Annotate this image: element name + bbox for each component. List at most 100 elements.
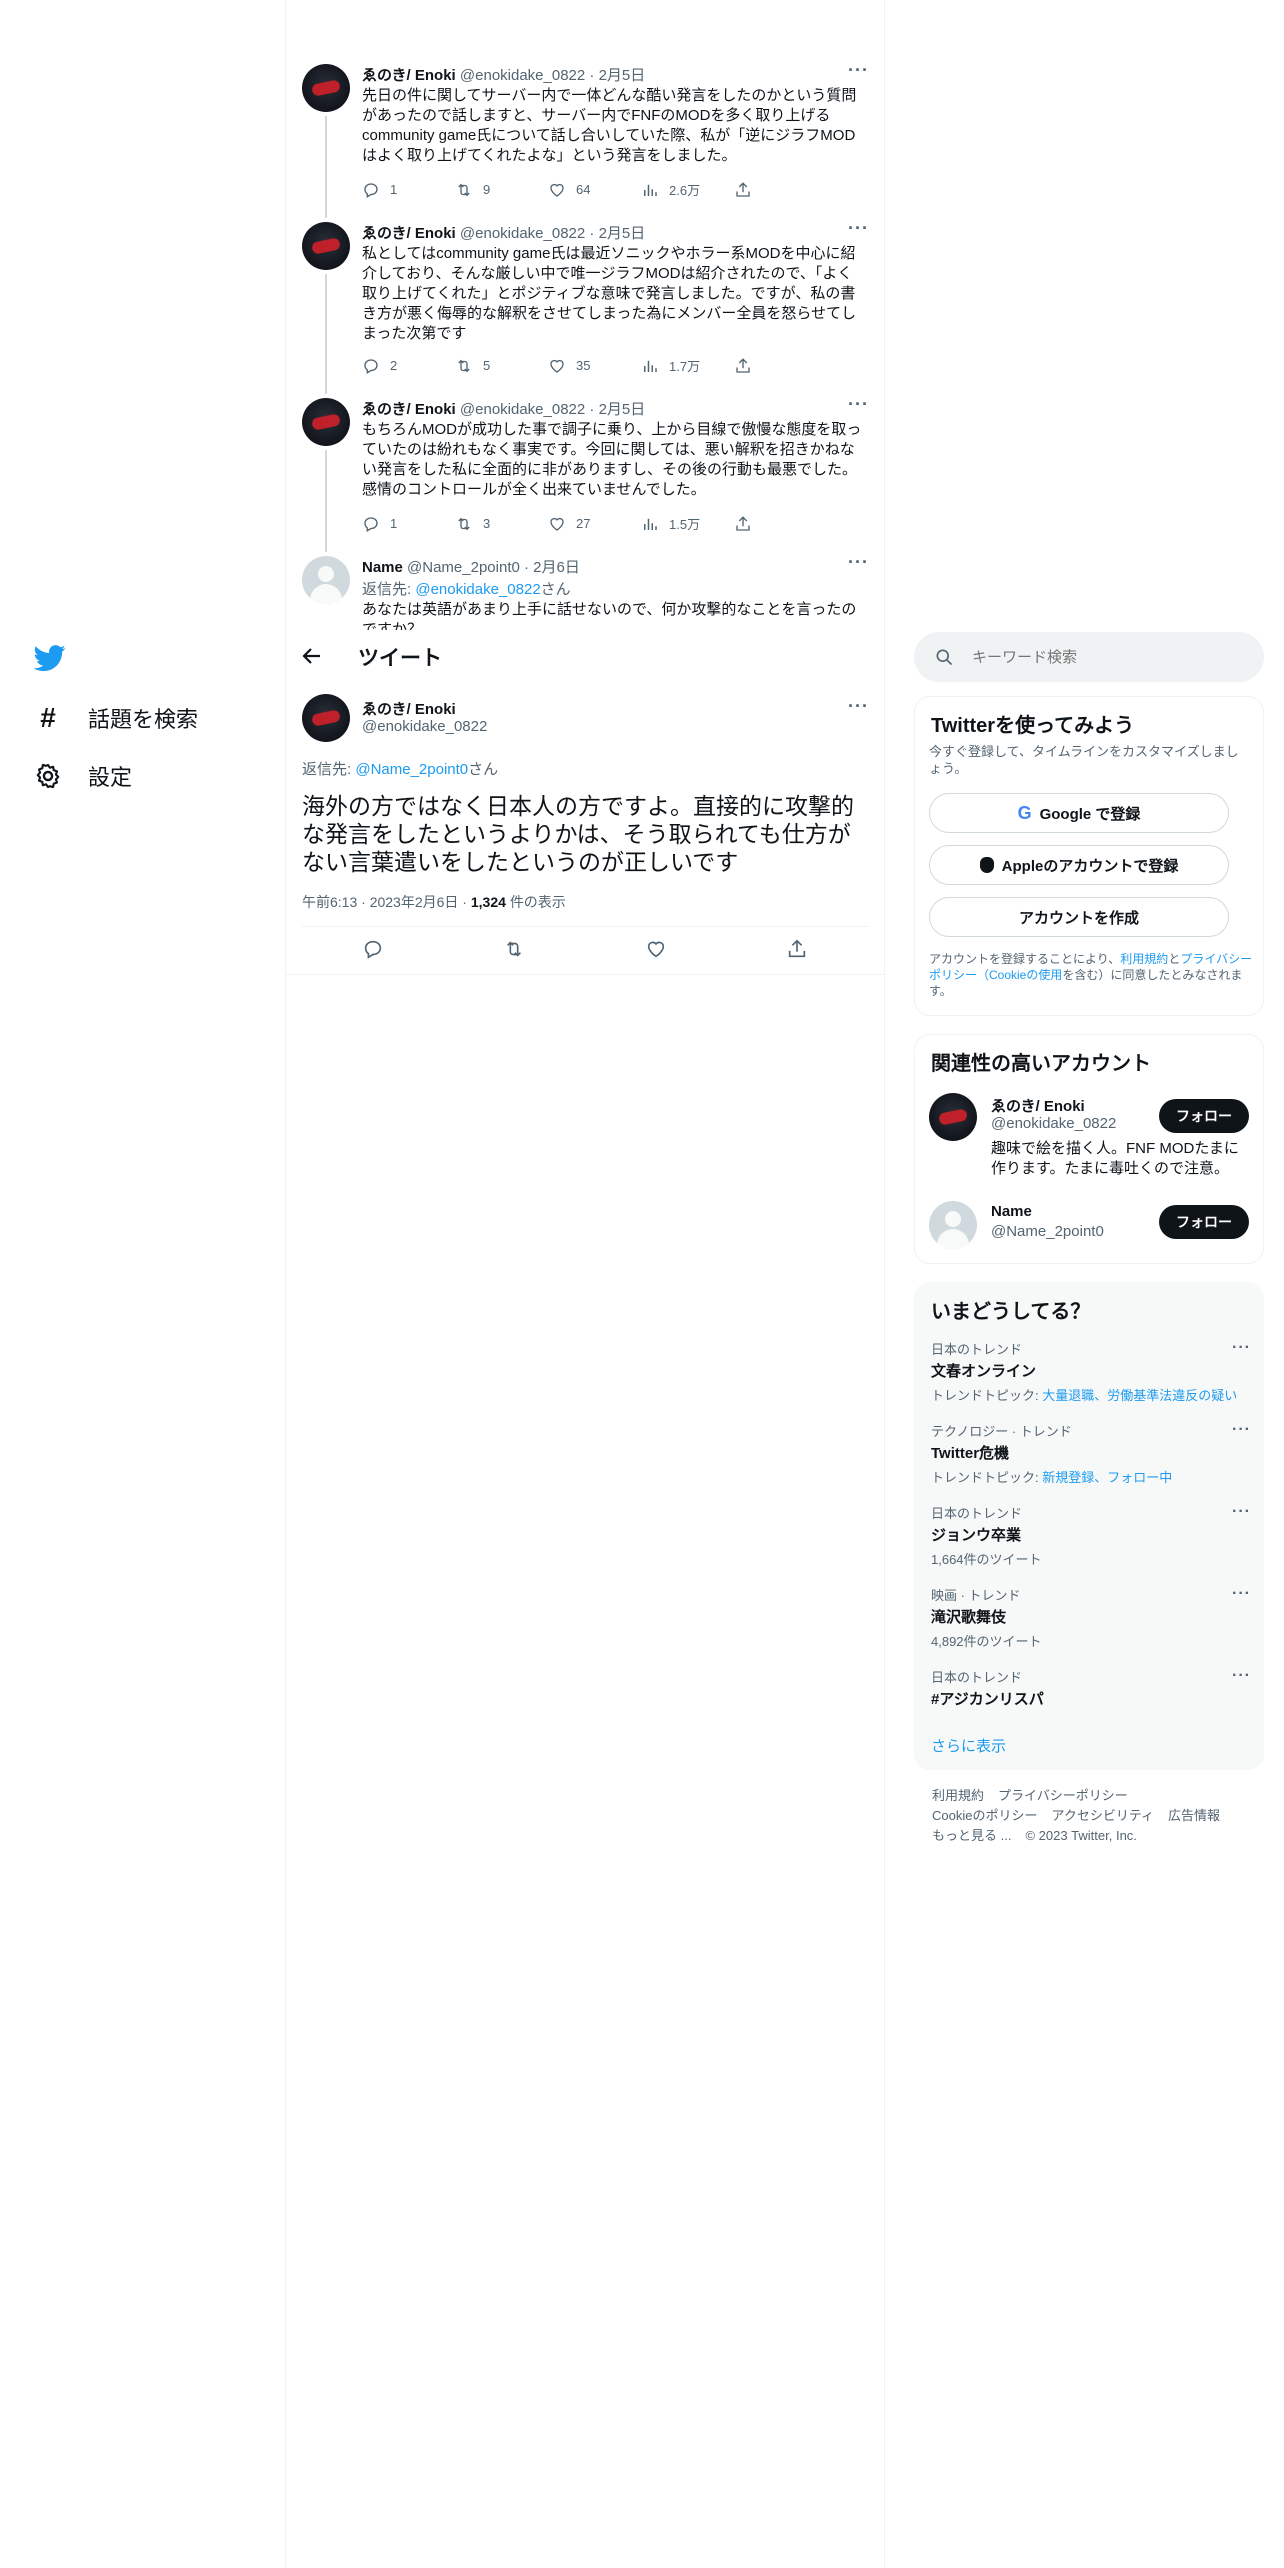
reply-icon[interactable] <box>362 938 384 960</box>
tweet-date[interactable]: 2月6日 <box>533 559 580 576</box>
terms-link[interactable]: 利用規約 <box>1120 952 1168 966</box>
signup-panel: Twitterを使ってみよう 今すぐ登録して、タイムラインをカスタマイズしましょ… <box>914 696 1264 1016</box>
footer-terms-link[interactable]: 利用規約 <box>932 1788 984 1803</box>
author-name[interactable]: ゑのき/ Enoki <box>362 401 456 418</box>
thread-line <box>325 274 327 394</box>
author-name[interactable]: ゑのき/ Enoki <box>362 225 456 242</box>
footer-links: 利用規約 プライバシーポリシー Cookieのポリシー アクセシビリティ 広告情報 も… <box>932 1786 1234 1846</box>
back-arrow-icon[interactable] <box>300 644 324 668</box>
views-button[interactable]: 1.7万 <box>641 356 734 375</box>
author-handle[interactable]: @enokidake_0822 <box>460 225 585 242</box>
more-options-icon[interactable]: ··· <box>848 696 869 717</box>
share-button[interactable] <box>734 514 827 533</box>
page-title: ツイート <box>358 647 442 670</box>
avatar[interactable] <box>302 556 350 604</box>
author-handle[interactable]: @enokidake_0822 <box>460 401 585 418</box>
tweet-time[interactable]: 午前6:13 <box>302 894 357 910</box>
author-name[interactable]: ゑのき/ Enoki <box>362 698 456 719</box>
retweet-button[interactable]: 5 <box>455 356 548 375</box>
apple-signup-button[interactable]: Appleのアカウントで登録 <box>929 845 1229 885</box>
follow-button[interactable]: フォロー <box>1159 1205 1249 1239</box>
heart-icon[interactable] <box>645 938 667 960</box>
tweet-header: Name @Name_2point0 · 2月6日 <box>362 559 580 576</box>
twitter-logo-icon[interactable] <box>33 642 66 674</box>
trend-item[interactable]: テクノロジー · トレンド Twitter危機 トレンドトピック: 新規登録、フ… <box>931 1421 1251 1486</box>
footer-ads-link[interactable]: 広告情報 <box>1168 1808 1220 1823</box>
trend-item[interactable]: 日本のトレンド 文春オンライン トレンドトピック: 大量退職、労働基準法違反の疑… <box>931 1339 1251 1404</box>
tweet-date[interactable]: 2月5日 <box>599 225 646 242</box>
footer-more-link[interactable]: もっと見る ... <box>932 1828 1011 1843</box>
more-options-icon[interactable]: ··· <box>1232 1667 1251 1685</box>
author-handle[interactable]: @enokidake_0822 <box>460 67 585 84</box>
divider <box>286 974 884 975</box>
reply-mention-link[interactable]: @enokidake_0822 <box>415 581 540 598</box>
avatar[interactable] <box>302 694 350 742</box>
divider <box>302 926 868 927</box>
like-button[interactable]: 35 <box>548 356 641 375</box>
more-options-icon[interactable]: ··· <box>848 394 869 415</box>
views-button[interactable]: 2.6万 <box>641 180 734 199</box>
avatar[interactable] <box>302 398 350 446</box>
retweet-icon[interactable] <box>503 938 525 960</box>
share-icon[interactable] <box>786 938 808 960</box>
tweet-date[interactable]: 2023年2月6日 <box>370 894 459 910</box>
column-divider-left <box>285 0 286 2568</box>
retweet-button[interactable]: 9 <box>455 180 548 199</box>
more-options-icon[interactable]: ··· <box>848 552 869 573</box>
more-options-icon[interactable]: ··· <box>848 60 869 81</box>
avatar[interactable] <box>929 1093 977 1141</box>
share-button[interactable] <box>734 356 827 375</box>
google-icon: G <box>1017 802 1032 823</box>
search-input[interactable] <box>972 648 1232 666</box>
trend-item[interactable]: 映画 · トレンド 滝沢歌舞伎 4,892件のツイート ··· <box>931 1585 1251 1650</box>
avatar[interactable] <box>929 1201 977 1249</box>
reply-button[interactable]: 1 <box>362 514 455 533</box>
tweet-text: もちろんMODが成功した事で調子に乗り、上から目線で傲慢な態度を取っていたのは紛… <box>362 421 862 498</box>
copyright: © 2023 Twitter, Inc. <box>1025 1828 1137 1843</box>
author-handle[interactable]: @enokidake_0822 <box>362 718 487 735</box>
gear-icon <box>34 762 62 790</box>
footer-accessibility-link[interactable]: アクセシビリティ <box>1051 1808 1154 1823</box>
account-name[interactable]: Name <box>991 1203 1032 1220</box>
views-button[interactable]: 1.5万 <box>641 514 734 533</box>
tweet-header: ゑのき/ Enoki @enokidake_0822 · 2月5日 <box>362 401 646 418</box>
tweet-date[interactable]: 2月5日 <box>599 67 646 84</box>
reply-mention-link[interactable]: @Name_2point0 <box>355 761 468 778</box>
reply-icon <box>364 358 378 374</box>
apple-icon <box>979 857 994 873</box>
avatar[interactable] <box>302 222 350 270</box>
footer-cookie-link[interactable]: Cookieのポリシー <box>932 1808 1037 1823</box>
author-handle[interactable]: @Name_2point0 <box>407 559 520 576</box>
reply-button[interactable]: 2 <box>362 356 455 375</box>
footer-privacy-link[interactable]: プライバシーポリシー <box>998 1788 1128 1803</box>
trend-item[interactable]: 日本のトレンド ジョンウ卒業 1,664件のツイート ··· <box>931 1503 1251 1568</box>
more-options-icon[interactable]: ··· <box>1232 1421 1251 1439</box>
hashtag-icon: # <box>40 702 56 733</box>
avatar[interactable] <box>302 64 350 112</box>
account-name[interactable]: ゑのき/ Enoki <box>991 1095 1085 1116</box>
reply-button[interactable]: 1 <box>362 180 455 199</box>
trend-item[interactable]: 日本のトレンド #アジカンリスパ ··· <box>931 1667 1251 1709</box>
like-button[interactable]: 64 <box>548 180 641 199</box>
nav-explore[interactable]: # 話題を検索 <box>34 702 198 734</box>
author-name[interactable]: Name <box>362 559 403 576</box>
author-name[interactable]: ゑのき/ Enoki <box>362 67 456 84</box>
account-handle[interactable]: @enokidake_0822 <box>991 1115 1116 1132</box>
tweet-date[interactable]: 2月5日 <box>599 401 646 418</box>
create-account-button[interactable]: アカウントを作成 <box>929 897 1229 937</box>
retweet-button[interactable]: 3 <box>455 514 548 533</box>
more-options-icon[interactable]: ··· <box>1232 1339 1251 1357</box>
more-options-icon[interactable]: ··· <box>1232 1585 1251 1603</box>
search-bar[interactable] <box>914 632 1264 682</box>
more-options-icon[interactable]: ··· <box>848 218 869 239</box>
more-options-icon[interactable]: ··· <box>1232 1503 1251 1521</box>
share-button[interactable] <box>734 180 827 199</box>
account-handle[interactable]: @Name_2point0 <box>991 1223 1104 1240</box>
reply-context: 返信先: @Name_2point0さん <box>302 761 499 778</box>
nav-settings[interactable]: 設定 <box>34 760 132 792</box>
like-button[interactable]: 27 <box>548 514 641 533</box>
show-more-link[interactable]: さらに表示 <box>931 1735 1006 1756</box>
google-signup-button[interactable]: G Google で登録 <box>929 793 1229 833</box>
retweet-icon <box>458 359 470 372</box>
follow-button[interactable]: フォロー <box>1159 1099 1249 1133</box>
